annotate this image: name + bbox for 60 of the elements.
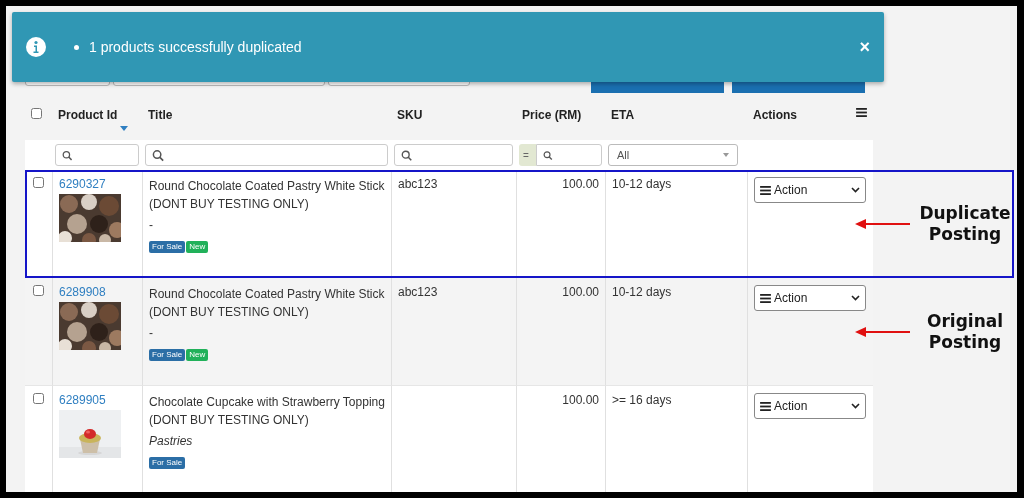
product-id-link[interactable]: 6290327 xyxy=(59,177,136,191)
product-title: Round Chocolate Coated Pastry White Stick (DONT BUY TESTING ONLY) xyxy=(149,178,385,213)
product-id-link[interactable]: 6289905 xyxy=(59,393,136,407)
eta-text: 10-12 days xyxy=(612,177,673,191)
chevron-down-icon xyxy=(851,403,860,409)
tag: New xyxy=(186,349,209,361)
menu-icon xyxy=(760,293,771,303)
info-icon xyxy=(26,37,46,57)
eta-text: >= 16 days xyxy=(612,393,673,407)
search-field[interactable] xyxy=(145,144,388,166)
bullet-icon xyxy=(74,44,79,50)
annotation-label: Original Posting xyxy=(925,311,1005,353)
tag: For Sale xyxy=(149,349,186,361)
search-icon xyxy=(62,148,73,162)
price-text: 100.00 xyxy=(562,393,599,407)
action-select[interactable]: Action xyxy=(754,177,866,203)
chevron-down-icon xyxy=(851,187,860,193)
search-icon xyxy=(401,148,413,162)
annotation-label: Duplicate Posting xyxy=(918,203,1012,245)
sku-text: abc123 xyxy=(398,177,439,191)
menu-icon xyxy=(856,108,867,117)
product-category: Pastries xyxy=(149,433,194,450)
search-field[interactable] xyxy=(536,144,602,166)
search-icon xyxy=(543,148,554,162)
action-select[interactable]: Action xyxy=(754,393,866,419)
eta-select[interactable]: All xyxy=(608,144,738,166)
search-field[interactable] xyxy=(55,144,139,166)
arrow-icon xyxy=(855,327,910,337)
search-field[interactable] xyxy=(394,144,513,166)
arrow-icon xyxy=(855,219,910,229)
product-title: Round Chocolate Coated Pastry White Stick (DONT BUY TESTING ONLY) xyxy=(149,286,385,321)
row-checkbox[interactable] xyxy=(33,393,44,404)
operator-label[interactable]: = xyxy=(519,144,537,166)
action-select[interactable]: Action xyxy=(754,285,866,311)
sku-text: abc123 xyxy=(398,285,439,299)
product-category: - xyxy=(149,325,154,342)
column-header[interactable]: Price (RM) xyxy=(522,108,582,122)
column-header[interactable]: ETA xyxy=(611,108,635,122)
menu-icon xyxy=(760,401,771,411)
tag: For Sale xyxy=(149,457,186,469)
row-checkbox[interactable] xyxy=(33,285,44,296)
price-text: 100.00 xyxy=(562,177,599,191)
toast-message: 1 products successfully duplicated xyxy=(89,39,303,55)
product-id-link[interactable]: 6289908 xyxy=(59,285,136,299)
eta-text: 10-12 days xyxy=(612,285,673,299)
search-icon xyxy=(152,148,165,162)
column-header[interactable]: Product Id xyxy=(58,108,118,122)
select-all-checkbox[interactable] xyxy=(31,108,42,119)
column-header[interactable]: Title xyxy=(148,108,173,122)
tag: For Sale xyxy=(149,241,186,253)
tag: New xyxy=(186,241,209,253)
product-title: Chocolate Cupcake with Strawberry Topping (DONT BUY TESTING ONLY) xyxy=(149,394,385,429)
caret-icon xyxy=(723,153,729,157)
product-category: - xyxy=(149,217,154,234)
price-text: 100.00 xyxy=(562,285,599,299)
column-header[interactable]: Actions xyxy=(753,108,797,122)
row-checkbox[interactable] xyxy=(33,177,44,188)
chevron-down-icon xyxy=(851,295,860,301)
menu-icon xyxy=(760,185,771,195)
column-header[interactable]: SKU xyxy=(397,108,423,122)
